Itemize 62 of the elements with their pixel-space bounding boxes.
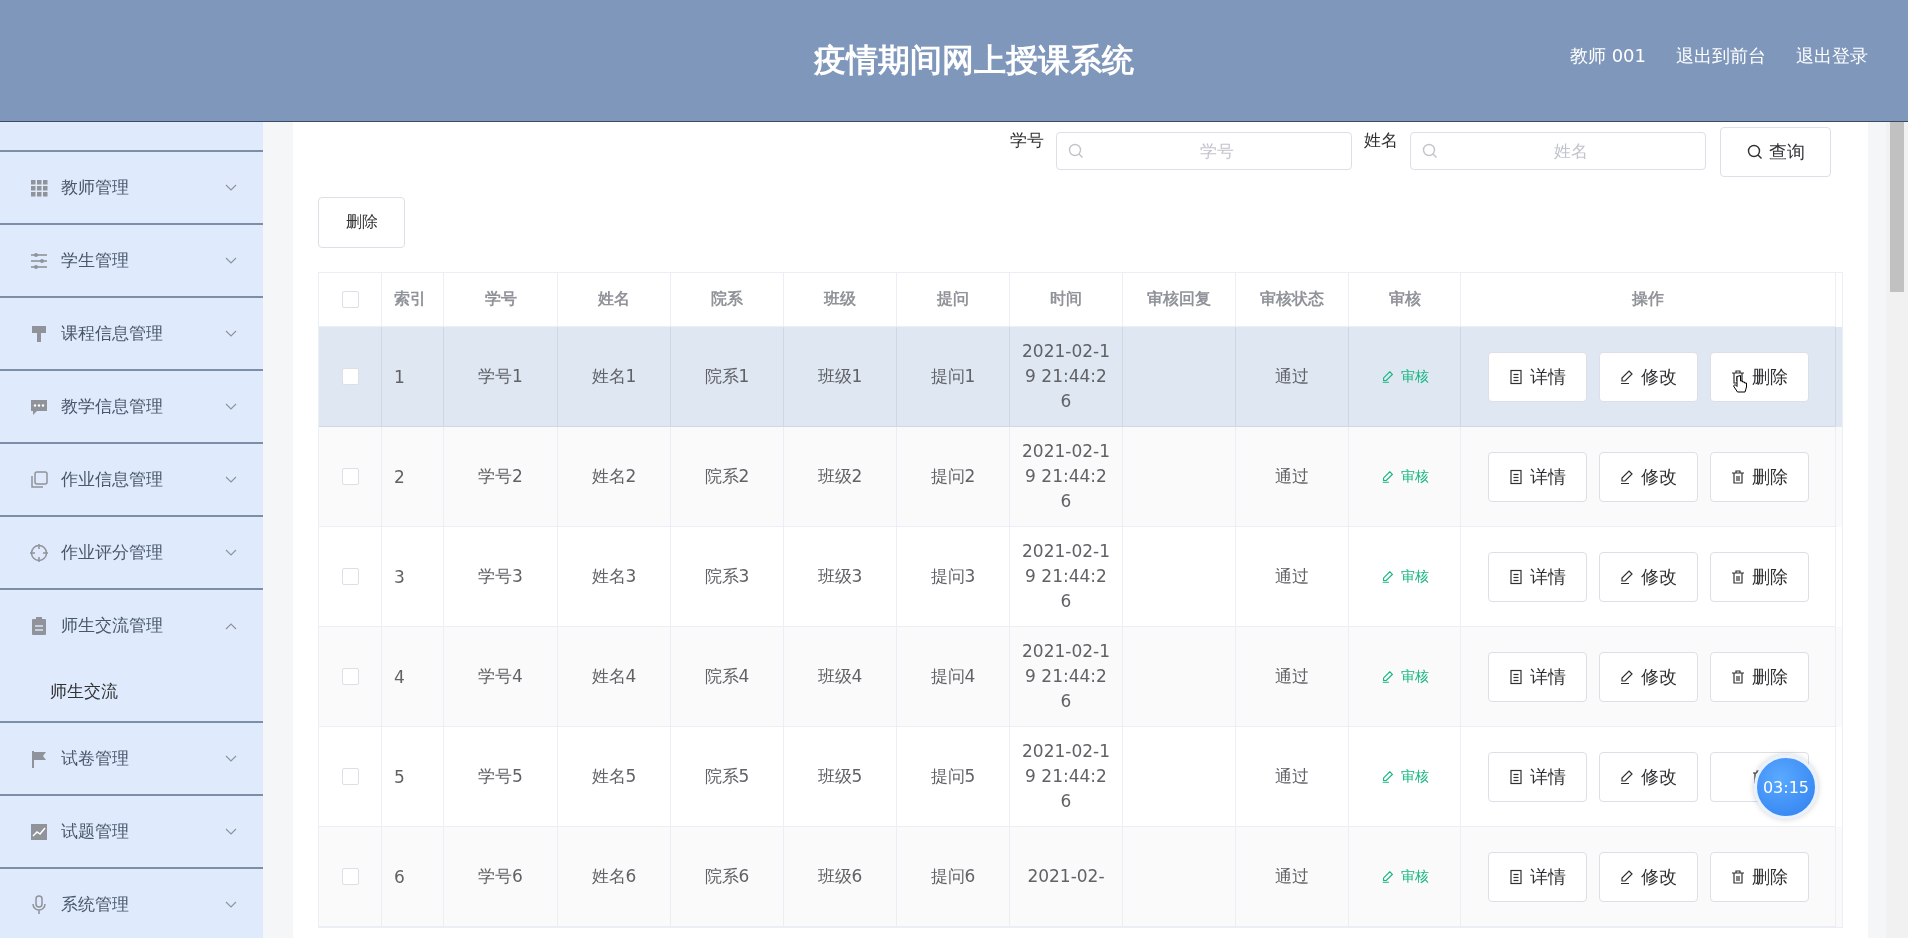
table-cell: 学号4: [478, 665, 523, 688]
table-cell: 通过: [1275, 565, 1309, 588]
column-header: 审核: [1388, 289, 1421, 310]
table-cell: 提问1: [930, 365, 976, 388]
table-cell: 学号6: [478, 865, 523, 888]
table-cell: 班级2: [817, 465, 863, 488]
table-cell: 班级4: [817, 665, 863, 688]
table-cell: 2: [394, 466, 405, 487]
table-cell: 院系2: [704, 465, 750, 488]
table-cell: 提问5: [930, 765, 976, 788]
table-cell-text: 2021-02-19 21:44:26: [1021, 440, 1111, 513]
table-cell: 6: [394, 866, 405, 887]
table-cell: 姓名2: [591, 465, 637, 488]
column-header: 时间: [1050, 289, 1082, 310]
table-cell-text: 2021-02-19 21:44:26: [1021, 740, 1111, 813]
table-cell: 姓名5: [591, 765, 637, 788]
table-cell-text: 2021-02-19 21:44:26: [1021, 640, 1111, 713]
table-cell: 班级3: [817, 565, 863, 588]
table-cell: 学号1: [478, 365, 523, 388]
table-cell: 提问2: [930, 465, 976, 488]
table-cell: 通过: [1275, 865, 1309, 888]
field-label: 姓名: [1364, 129, 1398, 152]
column-header: 审核回复: [1147, 289, 1211, 310]
column-header: 提问: [937, 289, 969, 310]
table-cell: 院系5: [704, 765, 750, 788]
table-cell: 班级6: [817, 865, 863, 888]
table-cell: 班级1: [817, 365, 863, 388]
table-cell: 姓名4: [591, 665, 637, 688]
table-cell: 提问6: [930, 865, 976, 888]
column-header: 院系: [711, 289, 743, 310]
table-cell-text: 2021-02-19 21:44:26: [1021, 540, 1111, 613]
table-cell: 班级5: [817, 765, 863, 788]
table-cell: 通过: [1275, 665, 1309, 688]
table-cell: 院系4: [704, 665, 750, 688]
table-cell: 姓名1: [591, 365, 637, 388]
table-cell: 学号3: [478, 565, 523, 588]
column-header: 学号: [484, 289, 517, 310]
table-cell: 学号5: [478, 765, 523, 788]
table-cell: 提问3: [930, 565, 976, 588]
column-header: 姓名: [598, 289, 630, 310]
table-cell: 1: [394, 366, 405, 387]
table-cell: 姓名6: [591, 865, 637, 888]
table-cell: 院系1: [704, 365, 750, 388]
table-cell: 院系3: [704, 565, 750, 588]
app-title: 疫情期间网上授课系统: [814, 39, 1134, 81]
table-cell-text: 2021-02-: [1027, 865, 1105, 888]
table-cell: 4: [394, 666, 405, 687]
table-cell: 通过: [1275, 465, 1309, 488]
table-cell: 学号2: [478, 465, 523, 488]
table-cell: 院系6: [704, 865, 750, 888]
table-cell: 3: [394, 566, 405, 587]
column-header: 班级: [824, 289, 856, 310]
table-cell: 通过: [1275, 365, 1309, 388]
table-cell: 通过: [1275, 765, 1309, 788]
table-cell: 5: [394, 766, 405, 787]
field-label: 学号: [1010, 129, 1044, 152]
table-cell: 提问4: [930, 665, 976, 688]
column-header: 操作: [1632, 289, 1664, 310]
column-header: 索引: [394, 289, 426, 310]
table-cell-text: 2021-02-19 21:44:26: [1021, 340, 1111, 413]
column-header: 审核状态: [1260, 289, 1324, 310]
table-cell: 姓名3: [591, 565, 637, 588]
